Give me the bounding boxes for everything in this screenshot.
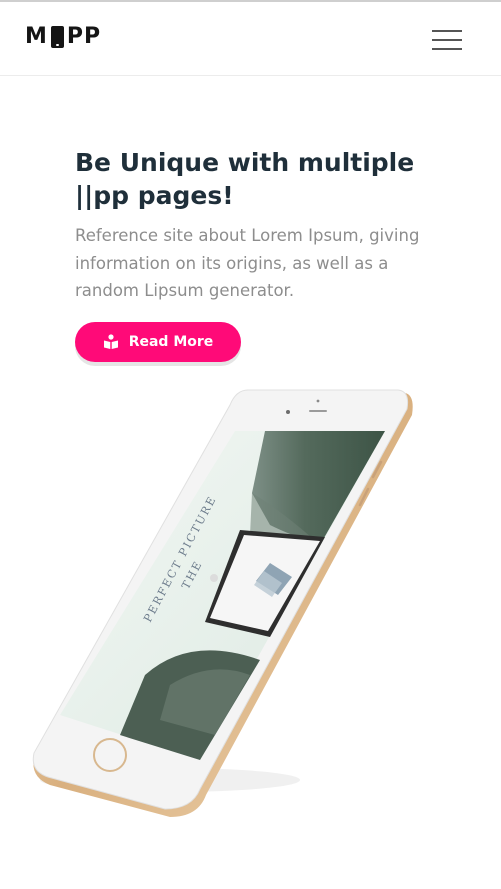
phone-logo-icon	[50, 25, 64, 48]
logo-text-right: PP	[66, 24, 102, 49]
phone-mockup-image: THE PERFECT PICTURE	[20, 385, 420, 825]
logo[interactable]: M PP	[25, 24, 101, 49]
hamburger-menu-icon[interactable]	[430, 26, 464, 54]
hero-title: Be Unique with multiple ||pp pages!	[75, 148, 415, 210]
phone-screen	[60, 431, 385, 760]
read-more-label: Read More	[128, 334, 214, 350]
logo-text-left: M	[25, 24, 48, 49]
navbar: M PP	[0, 2, 501, 76]
hero-description: Reference site about Lorem Ipsum, giving…	[75, 226, 420, 300]
book-reader-icon	[103, 334, 119, 350]
read-more-button[interactable]: Read More	[75, 322, 241, 362]
